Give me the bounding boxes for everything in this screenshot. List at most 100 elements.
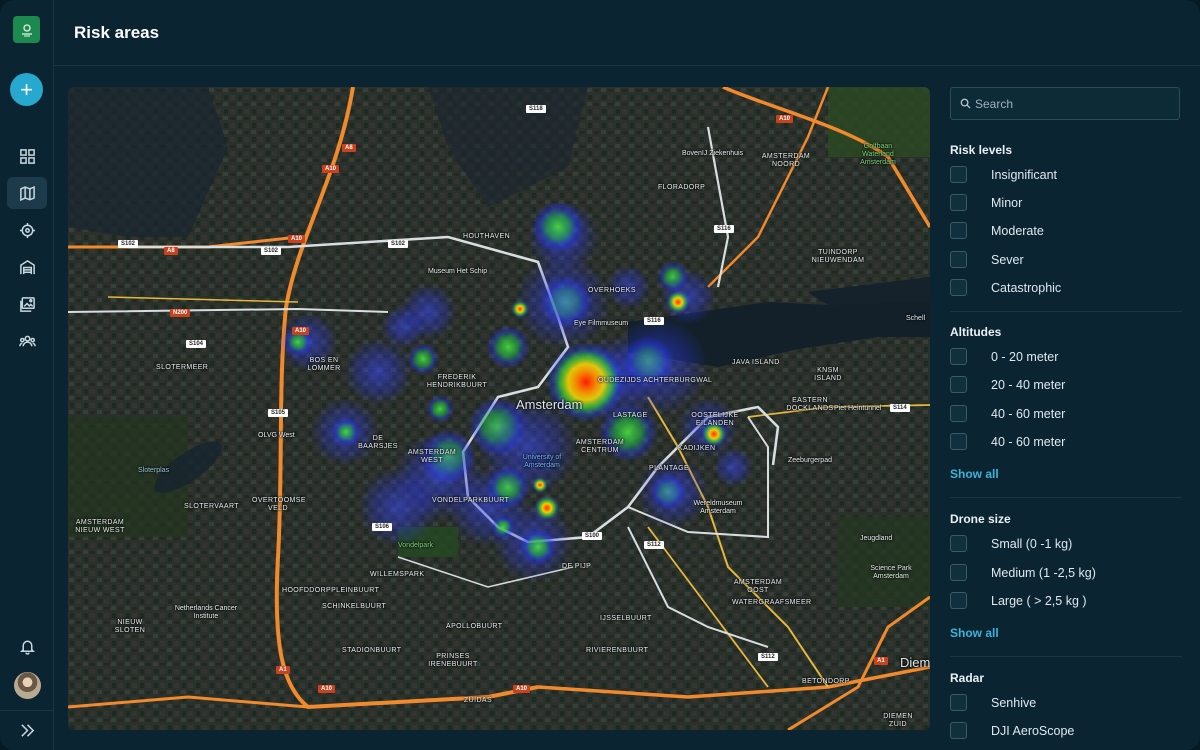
filter-option-label: 20 - 40 meter	[991, 378, 1066, 392]
checkbox[interactable]	[950, 348, 967, 365]
map-poi-vondelpark: Vondelpark	[398, 542, 434, 549]
map-label-nieuw-sloten: NIEUW SLOTEN	[114, 619, 146, 634]
plus-icon: +	[20, 76, 33, 102]
risk-heatmap[interactable]: Amsterdam HOUTHAVEN FLORADORP TUINDORP N…	[68, 87, 930, 730]
route-shield: S105	[268, 409, 289, 417]
checkbox[interactable]	[950, 722, 967, 739]
map-poi-piet-heintunnel: Piet Heintunnel	[834, 405, 882, 412]
app-logo[interactable]	[13, 16, 40, 43]
map-label-apollobuurt: APOLLOBUURT	[446, 623, 503, 630]
route-shield: S116	[714, 225, 734, 233]
page-title: Risk areas	[74, 23, 160, 42]
checkbox[interactable]	[950, 694, 967, 711]
map-poi-wereldmuseum: Wereldmuseum Amsterdam	[693, 500, 743, 515]
map-label-frederik: FREDERIK HENDRIKBUURT	[426, 374, 488, 389]
filter-option[interactable]: Catastrophic	[950, 279, 1180, 297]
filter-option[interactable]: Sever	[950, 251, 1180, 269]
map-label-ijsselbuurt: IJSSELBUURT	[600, 615, 652, 622]
checkbox[interactable]	[950, 251, 967, 268]
map-label-overhoeks: OVERHOEKS	[588, 287, 636, 294]
map-label-centrum: AMSTERDAM CENTRUM	[575, 439, 625, 454]
filter-option[interactable]: 0 - 20 meter	[950, 348, 1180, 366]
filter-option[interactable]: Small (0 -1 kg)	[950, 535, 1180, 553]
map-label-overtoomse: OVERTOOMSE VELD	[252, 497, 306, 512]
map-label-betondorp: BETONDORP	[802, 678, 850, 685]
search-icon	[960, 98, 971, 109]
nav-dashboard[interactable]	[7, 140, 47, 172]
checkbox[interactable]	[950, 222, 967, 239]
route-shield: A10	[292, 327, 310, 335]
avatar[interactable]	[14, 672, 41, 699]
map-label-plantage: PLANTAGE	[649, 465, 690, 472]
expand-icon	[20, 723, 34, 737]
filter-option[interactable]: Insignificant	[950, 166, 1180, 184]
drone-size-show-all-link[interactable]: Show all	[950, 626, 999, 640]
app-window: + Risk areas Amsterdam HOUTHAVEN FLORADO…	[0, 0, 1200, 750]
filter-option-label: Catastrophic	[991, 281, 1062, 295]
checkbox[interactable]	[950, 279, 967, 296]
map-label-diemen-zuid: DIEMEN ZUID	[883, 713, 913, 728]
nav-gallery[interactable]	[7, 288, 47, 320]
map-poi-schellingwoude: Schell	[906, 315, 926, 322]
section-title-risk-levels: Risk levels	[950, 143, 1013, 157]
expand-sidebar-button[interactable]	[7, 714, 47, 746]
filter-option[interactable]: Medium (1 -2,5 kg)	[950, 564, 1180, 582]
route-shield: S102	[388, 240, 409, 248]
checkbox[interactable]	[950, 166, 967, 183]
filter-option-label: Large ( > 2,5 kg )	[991, 594, 1087, 608]
filter-option[interactable]: 40 - 60 meter	[950, 405, 1180, 423]
filter-option[interactable]: Senhive	[950, 694, 1180, 712]
map-label-bos-en-lommer: BOS EN LOMMER	[307, 357, 341, 372]
route-shield: A8	[342, 144, 356, 152]
map-label-diemen: Diemen	[900, 655, 930, 670]
map-label-nieuw-west: AMSTERDAM NIEUW WEST	[75, 519, 125, 534]
map-label-kadijken: KADIJKEN	[678, 445, 716, 452]
checkbox[interactable]	[950, 433, 967, 450]
filter-option[interactable]: 40 - 60 meter	[950, 433, 1180, 451]
checkbox[interactable]	[950, 405, 967, 422]
nav-team[interactable]	[7, 325, 47, 357]
map-label-stadionbuurt: STADIONBUURT	[342, 647, 402, 654]
map-poi-zeeburgerpad: Zeeburgerpad	[788, 457, 832, 464]
sidebar-divider	[0, 710, 54, 711]
checkbox[interactable]	[950, 376, 967, 393]
map-poi-uva: University of Amsterdam	[522, 454, 562, 469]
checkbox[interactable]	[950, 535, 967, 552]
filter-option-label: Medium (1 -2,5 kg)	[991, 566, 1096, 580]
route-shield: S104	[186, 340, 207, 348]
filter-option[interactable]: DJI AeroScope	[950, 722, 1180, 740]
map-label-watergraafsmeer: WATERGRAAFSMEER	[732, 599, 812, 606]
map-icon	[19, 185, 35, 201]
nav-garage[interactable]	[7, 251, 47, 283]
checkbox[interactable]	[950, 564, 967, 581]
route-shield: S116	[644, 317, 664, 325]
filter-option[interactable]: 20 - 40 meter	[950, 376, 1180, 394]
map-label-floradorp: FLORADORP	[658, 184, 706, 191]
map-label-knsm: KNSM ISLAND	[814, 367, 842, 382]
route-shield: A1	[874, 657, 888, 665]
checkbox[interactable]	[950, 592, 967, 609]
search-box[interactable]	[950, 87, 1180, 120]
map-label-tuindorp: TUINDORP NIEUWENDAM	[811, 249, 865, 264]
bell-icon	[19, 640, 35, 655]
map-label-lastage: LASTAGE	[613, 412, 648, 419]
filter-option[interactable]: Large ( > 2,5 kg )	[950, 592, 1180, 610]
map-label-java: JAVA ISLAND	[732, 359, 780, 366]
section-divider	[950, 497, 1182, 498]
nav-map[interactable]	[7, 177, 47, 209]
add-button[interactable]: +	[10, 73, 43, 106]
route-shield: S106	[372, 523, 393, 531]
route-shield: A8	[164, 247, 178, 255]
filter-option[interactable]: Minor	[950, 194, 1180, 212]
map-label-rivierenbuurt: RIVIERENBUURT	[586, 647, 649, 654]
search-input[interactable]	[975, 88, 1175, 119]
filter-option[interactable]: Moderate	[950, 222, 1180, 240]
altitudes-show-all-link[interactable]: Show all	[950, 467, 999, 481]
filter-option-label: 40 - 60 meter	[991, 407, 1066, 421]
filter-option-label: Moderate	[991, 224, 1044, 238]
notifications-button[interactable]	[7, 630, 47, 662]
route-shield: S112	[758, 653, 778, 661]
route-shield: N200	[170, 309, 191, 317]
nav-target[interactable]	[7, 214, 47, 246]
checkbox[interactable]	[950, 194, 967, 211]
